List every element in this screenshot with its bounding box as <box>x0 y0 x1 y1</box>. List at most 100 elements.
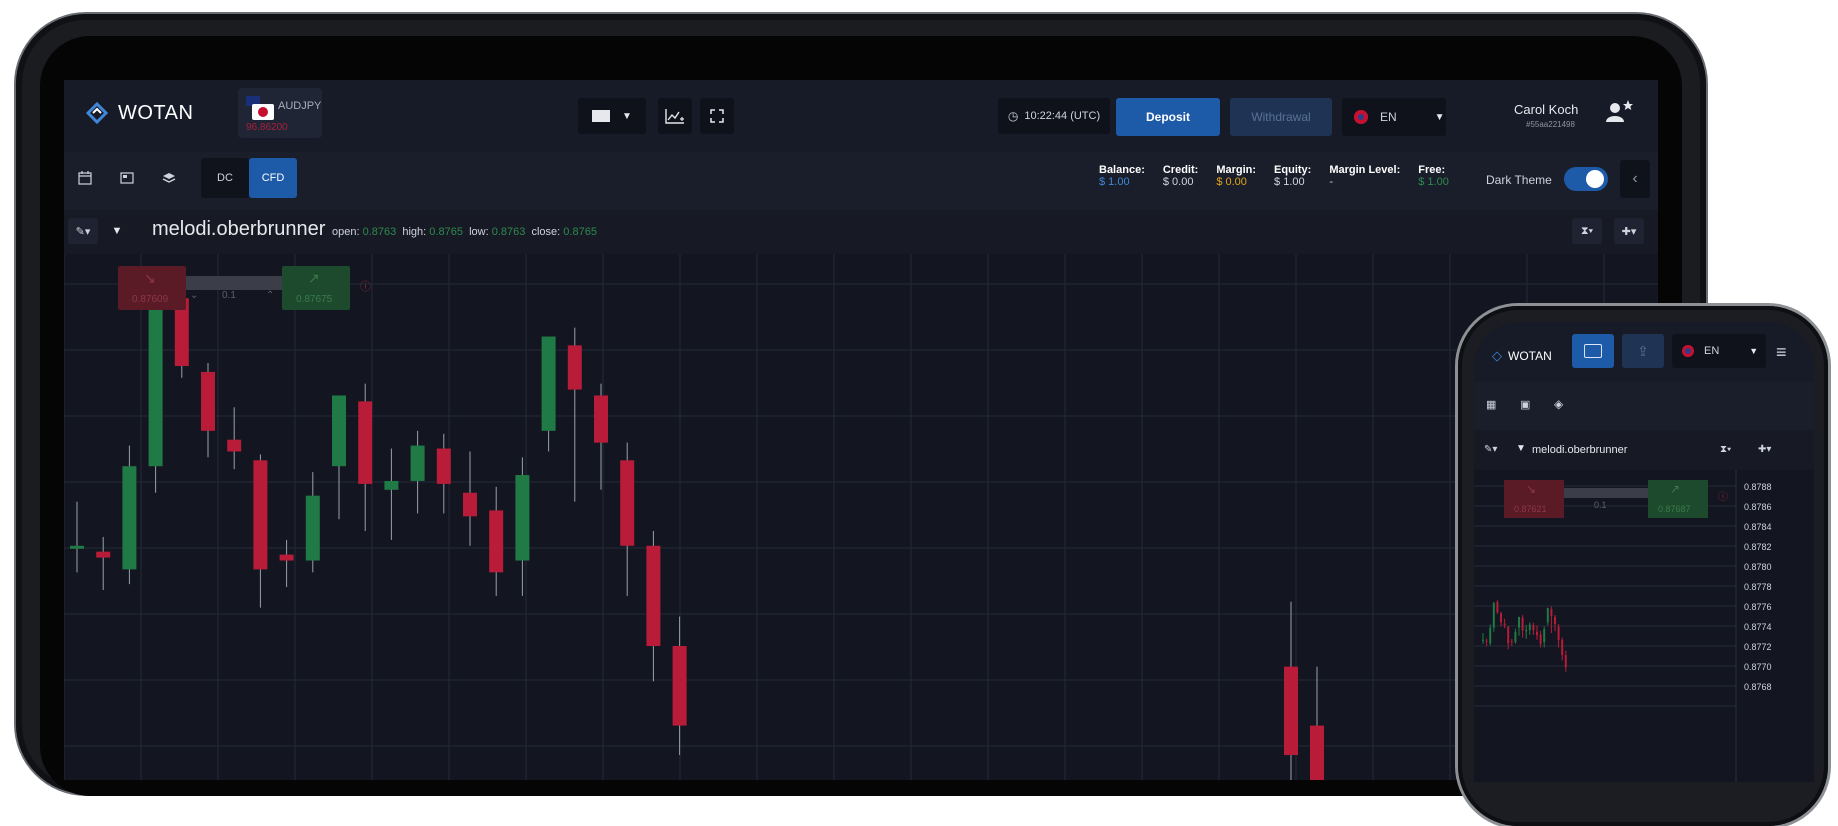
info-alert-icon[interactable]: ⓘ <box>360 278 371 294</box>
candle-body <box>1310 725 1324 780</box>
lot-decrease-icon[interactable]: ⌄ <box>190 290 198 301</box>
tab-dc[interactable]: DC <box>201 158 249 198</box>
deposit-label: Deposit <box>1145 110 1190 124</box>
pin-icon: ✚▾ <box>1621 225 1637 238</box>
news-icon <box>120 172 134 184</box>
instrument-price: 96.86200 <box>246 122 288 133</box>
news-icon[interactable]: ▣ <box>1520 398 1530 411</box>
user-id: #55aa221498 <box>1526 120 1575 129</box>
candle-body <box>1489 627 1492 644</box>
chart-type-dropdown[interactable]: ▼ <box>578 98 646 134</box>
chart-header: ✎▾ ▼ melodi.oberbrunner open: 0.8763 hig… <box>64 210 1658 254</box>
price-tick-label: 0.8780 <box>1744 562 1772 572</box>
pencil-icon: ✎▾ <box>75 225 91 238</box>
withdrawal-label: Withdrawal <box>1251 110 1311 124</box>
chart-type-icon <box>592 110 611 122</box>
drawing-tools-button[interactable]: ✎▾ <box>68 218 98 244</box>
chevron-down-icon: ▼ <box>1434 111 1445 123</box>
chevron-down-icon[interactable]: ▼ <box>1516 443 1526 454</box>
lot-increase-icon[interactable]: ⌃ <box>266 290 274 301</box>
top-bar: WOTAN AUDJPY 96.86200 ▼ ◷ 10:22:44 (UTC)… <box>64 80 1658 153</box>
calendar-icon[interactable]: ▦ <box>1486 398 1496 411</box>
candle-body <box>672 646 687 726</box>
candle-body <box>1507 626 1510 644</box>
collapse-panel-button[interactable]: ‹ <box>1620 160 1650 198</box>
candle-body <box>1557 626 1560 640</box>
lot-size-field[interactable] <box>186 276 282 290</box>
candle-body <box>1482 639 1484 641</box>
candle-body <box>122 466 137 570</box>
hourglass-icon[interactable]: ⧗▾ <box>1720 444 1731 455</box>
chart-options-dropdown[interactable]: ▼ <box>104 218 130 244</box>
ohlc-readout: open: 0.8763 high: 0.8765 low: 0.8763 cl… <box>332 226 597 238</box>
layers-icon <box>162 173 176 183</box>
wotan-logo-icon: ◇ <box>1492 348 1502 363</box>
phone-language-select[interactable]: EN ▼ <box>1672 334 1766 368</box>
phone-deposit-button[interactable] <box>1572 334 1614 368</box>
price-tick-label: 0.8774 <box>1744 622 1772 632</box>
dark-theme-toggle[interactable] <box>1564 167 1608 191</box>
price-tick-label: 0.8768 <box>1744 682 1772 692</box>
candle-body <box>1284 666 1298 756</box>
user-menu-button[interactable] <box>1604 98 1638 132</box>
news-button[interactable] <box>110 160 144 196</box>
language-code: EN <box>1380 110 1397 124</box>
clock-time: 10:22:44 (UTC) <box>1024 110 1101 122</box>
withdrawal-button[interactable]: Withdrawal <box>1230 98 1332 136</box>
instrument-symbol: AUDJPY <box>278 100 322 112</box>
secondary-toolbar: DC CFD Balance: $ 1.00 Credit: $ 0.00 Marg… <box>64 152 1658 211</box>
pin-icon[interactable]: ✚▾ <box>1758 444 1771 455</box>
pencil-icon[interactable]: ✎▾ <box>1484 444 1497 455</box>
phone-lot-field[interactable] <box>1564 488 1648 498</box>
phone-chart[interactable]: 0.8788 0.8786 0.8784 0.8782 0.8780 0.8778 0.87… <box>1474 470 1814 782</box>
candle-body <box>1518 616 1520 628</box>
layers-button[interactable] <box>152 160 186 196</box>
candle-body <box>1496 602 1499 613</box>
candle-body <box>1521 617 1524 631</box>
tab-dc-label: DC <box>217 172 233 184</box>
candle-body <box>70 545 84 549</box>
fullscreen-icon <box>710 109 724 123</box>
calendar-button[interactable] <box>68 160 102 196</box>
chart-name: melodi.oberbrunner <box>152 218 326 240</box>
phone-buy-button[interactable]: ↗ 0.87687 <box>1648 480 1708 518</box>
language-select[interactable]: EN ▼ <box>1342 98 1446 136</box>
price-tick-label: 0.8784 <box>1744 522 1772 532</box>
tab-cfd[interactable]: CFD <box>249 158 297 198</box>
buy-price: 0.87675 <box>296 294 333 305</box>
dark-theme-label: Dark Theme <box>1486 173 1552 187</box>
account-balance: Balance: $ 1.00 <box>1099 164 1145 188</box>
price-chart[interactable]: ↘ 0.87609 ⌄ 0.1 ⌃ ↗ 0.87675 ⓘ <box>64 254 1658 780</box>
uk-flag-icon <box>1354 110 1368 124</box>
candle-body <box>463 492 477 517</box>
clock-icon: ◷ <box>1007 109 1019 123</box>
candle-body <box>1532 624 1535 631</box>
hamburger-menu-icon[interactable]: ≡ <box>1776 342 1787 363</box>
sell-button[interactable]: ↘ 0.87609 <box>118 266 186 310</box>
candle-body <box>1528 624 1531 630</box>
fullscreen-button[interactable] <box>700 98 734 134</box>
trend-up-icon: ↗ <box>308 270 320 286</box>
candle-body <box>358 401 373 484</box>
info-alert-icon[interactable]: ⓘ <box>1718 488 1728 503</box>
price-tick-label: 0.8782 <box>1744 542 1772 552</box>
phone-sell-button[interactable]: ↘ 0.87621 <box>1504 480 1564 518</box>
account-margin: Margin: $ 0.00 <box>1216 164 1257 188</box>
phone-buy-price: 0.87687 <box>1658 504 1691 514</box>
candle-body <box>96 551 111 558</box>
instrument-tab[interactable]: AUDJPY 96.86200 <box>238 88 322 138</box>
lot-value: 0.1 <box>222 290 236 301</box>
timer-button[interactable]: ⧗▾ <box>1572 218 1602 244</box>
account-credit: Credit: $ 0.00 <box>1162 164 1199 188</box>
brand-logo[interactable]: WOTAN <box>84 100 193 126</box>
pin-button[interactable]: ✚▾ <box>1614 218 1644 244</box>
phone-withdrawal-button[interactable]: ⇪ <box>1622 334 1664 368</box>
candle-body <box>1500 613 1502 623</box>
brand-name: WOTAN <box>118 101 194 124</box>
tab-cfd-label: CFD <box>261 172 285 184</box>
deposit-button[interactable]: Deposit <box>1116 98 1220 136</box>
layers-icon[interactable]: ◈ <box>1554 397 1563 411</box>
buy-button[interactable]: ↗ 0.87675 <box>282 266 350 310</box>
indicators-button[interactable] <box>658 98 692 134</box>
candle-body <box>1543 629 1546 643</box>
